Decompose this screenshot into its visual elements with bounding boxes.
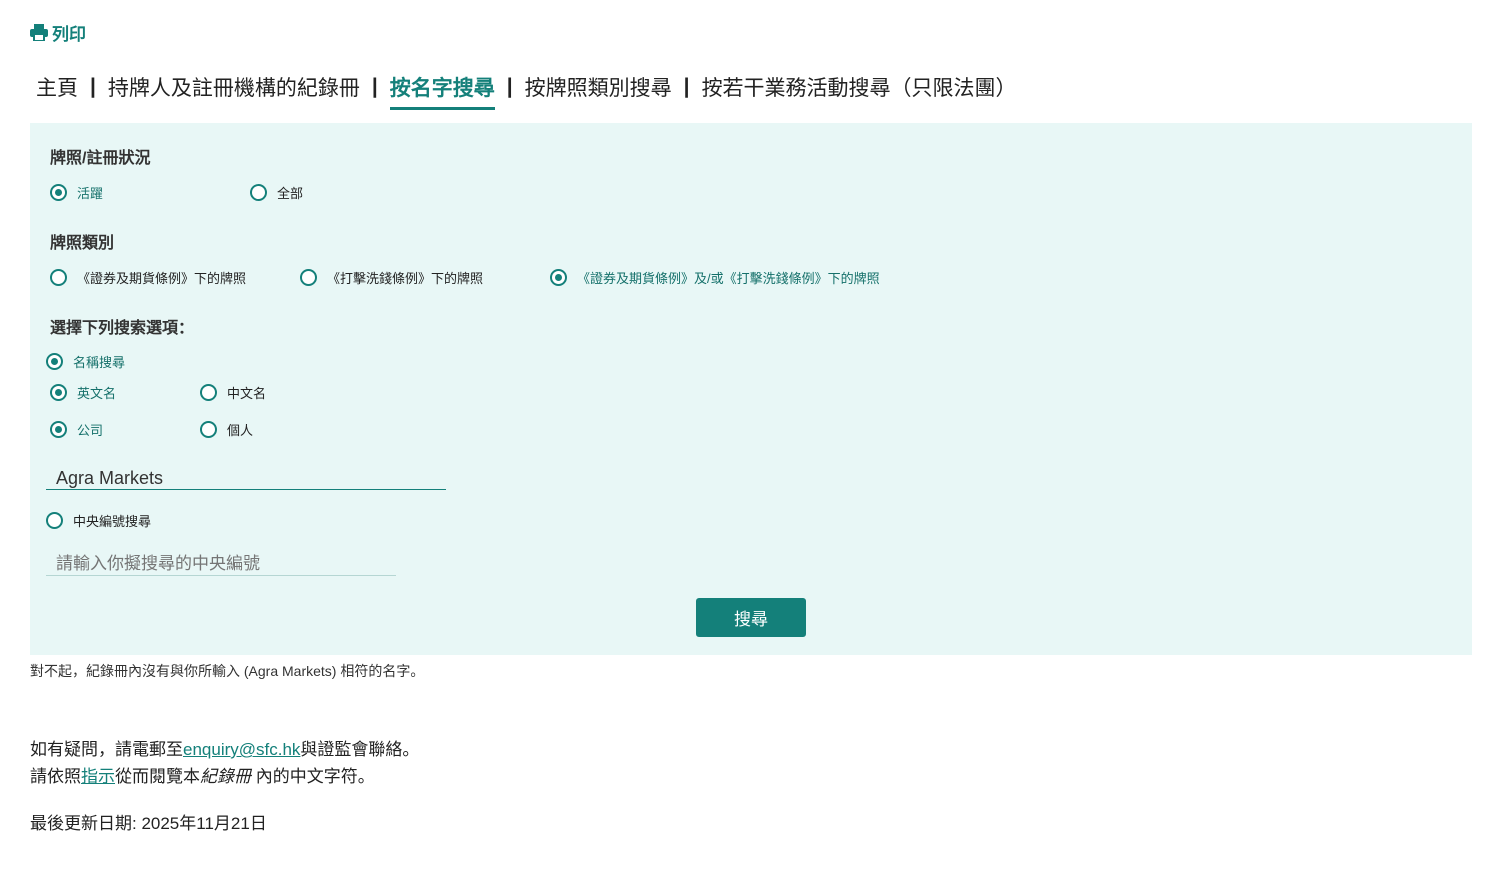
search-options-heading: 選擇下列搜索選項： (50, 320, 195, 337)
nav-register[interactable]: 持牌人及註冊機構的紀錄冊 (108, 72, 360, 102)
guide-line: 請依照指示從而閱覽本紀錄冊 內的中文字符。 (30, 767, 375, 786)
chinese-name-radio[interactable]: 中文名 (200, 383, 266, 402)
name-input[interactable] (46, 467, 446, 490)
name-search-radio[interactable]: 名稱搜尋 (46, 352, 125, 371)
english-name-radio[interactable]: 英文名 (50, 383, 116, 402)
nav-search-by-name[interactable]: 按名字搜尋 (389, 72, 495, 110)
print-label: 列印 (52, 25, 86, 44)
search-button[interactable]: 搜尋 (696, 598, 806, 637)
status-heading: 牌照/註冊狀況 (50, 150, 151, 167)
type-heading: 牌照類別 (50, 235, 115, 252)
status-active-radio[interactable]: 活躍 (50, 183, 103, 202)
ce-search-radio[interactable]: 中央編號搜尋 (46, 511, 151, 530)
enquiry-line: 如有疑問，請電郵至enquiry@sfc.hk與證監會聯絡。 (30, 740, 420, 759)
nav-separator: | (371, 75, 378, 98)
nav-search-by-licence[interactable]: 按牌照類別搜尋 (525, 72, 672, 102)
no-results-message: 對不起，紀錄冊內沒有與你所輸入 (Agra Markets) 相符的名字。 (30, 663, 425, 679)
email-link[interactable]: enquiry@sfc.hk (183, 740, 300, 759)
type-amlo-radio[interactable]: 《打擊洗錢條例》下的牌照 (300, 268, 483, 287)
nav-home[interactable]: 主頁 (36, 72, 78, 102)
nav-separator: | (90, 75, 96, 98)
last-updated: 最後更新日期: 2025年11月21日 (30, 814, 267, 833)
nav-separator: | (506, 75, 513, 98)
print-button[interactable]: 列印 (30, 20, 86, 45)
ce-number-input[interactable] (46, 553, 396, 576)
nav-separator: | (683, 75, 690, 98)
company-radio[interactable]: 公司 (50, 420, 103, 439)
nav-search-by-activity[interactable]: 按若干業務活動搜尋（只限法團） (702, 72, 1017, 102)
printer-icon (30, 24, 48, 41)
type-sfo-radio[interactable]: 《證券及期貨條例》下的牌照 (50, 268, 246, 287)
status-all-radio[interactable]: 全部 (250, 183, 303, 202)
main-nav: 主頁 | 持牌人及註冊機構的紀錄冊 | 按名字搜尋 | 按牌照類別搜尋 | 按若干業務活… (36, 64, 1017, 110)
search-form: 牌照/註冊狀況 活躍 全部 牌照類別 《證券及期貨條例》下的牌照 《打擊洗錢條例… (30, 123, 1472, 655)
guide-link[interactable]: 指示 (81, 767, 115, 786)
type-both-radio[interactable]: 《證券及期貨條例》及/或《打擊洗錢條例》下的牌照 (550, 268, 880, 287)
individual-radio[interactable]: 個人 (200, 420, 253, 439)
